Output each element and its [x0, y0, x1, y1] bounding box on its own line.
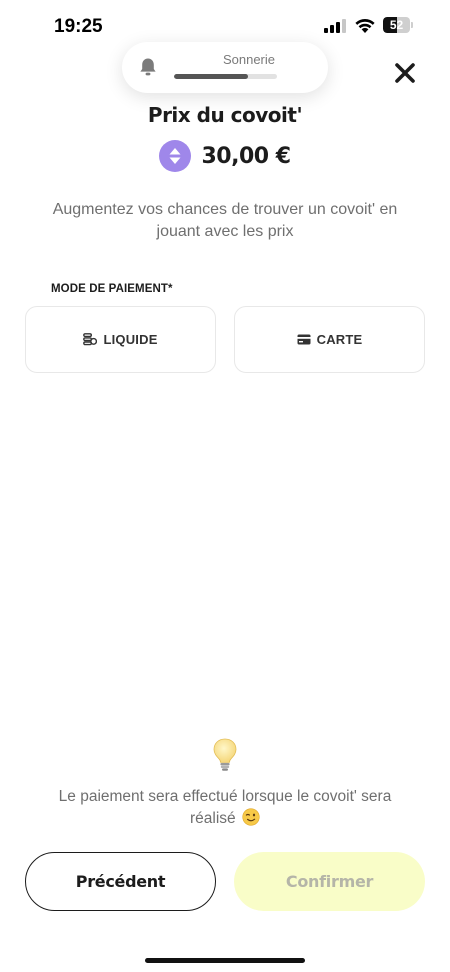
ringer-volume-bar [174, 74, 277, 79]
bell-icon [140, 58, 156, 76]
price-value: 30,00 € [201, 143, 291, 169]
payment-option-liquide[interactable]: LIQUIDE [25, 306, 216, 373]
wifi-icon [355, 19, 375, 33]
status-time: 19:25 [54, 16, 103, 37]
price-row: 30,00 € [0, 138, 450, 174]
previous-button[interactable]: Précédent [25, 852, 216, 911]
credit-card-icon [297, 334, 311, 345]
close-icon[interactable] [391, 59, 419, 87]
winking-face-icon [242, 808, 260, 826]
confirm-button[interactable]: Confirmer [234, 852, 425, 911]
payment-mode-label: MODE DE PAIEMENT* [51, 283, 173, 295]
home-indicator[interactable] [145, 958, 305, 963]
payment-info-text: Le paiement sera effectué lorsque le cov… [40, 786, 410, 830]
battery-level: 52 [389, 18, 404, 32]
payment-option-label: LIQUIDE [103, 332, 158, 347]
payment-option-carte[interactable]: CARTE [234, 306, 425, 373]
up-down-arrows-icon [169, 148, 181, 164]
page-title: Prix du covoit' [147, 103, 303, 127]
payment-option-label: CARTE [316, 332, 363, 347]
battery-icon: 52 [383, 17, 413, 33]
ringer-label: Sonnerie [222, 52, 276, 67]
lightbulb-icon [213, 738, 237, 771]
payment-info-message: Le paiement sera effectué lorsque le cov… [58, 788, 392, 827]
price-hint-text: Augmentez vos chances de trouver un covo… [52, 201, 398, 240]
coins-icon [83, 333, 98, 346]
price-stepper-button[interactable] [159, 140, 192, 172]
cellular-signal-icon [324, 19, 346, 33]
ringer-volume-indicator: Sonnerie [122, 42, 328, 93]
